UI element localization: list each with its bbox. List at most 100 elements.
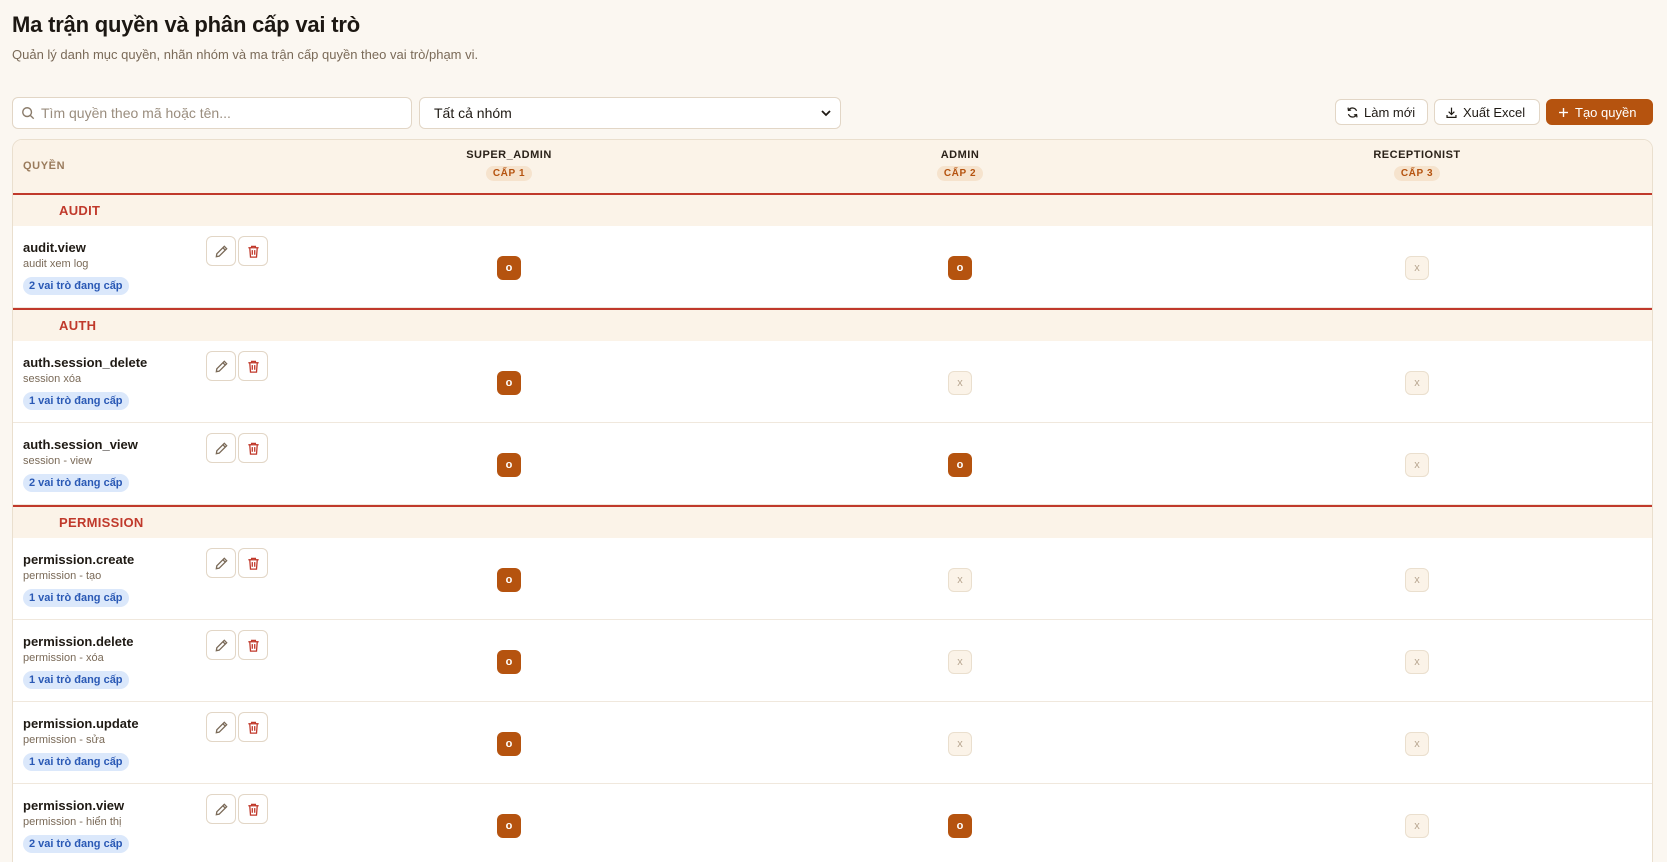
grant-toggle-admin[interactable]: x: [948, 371, 972, 395]
delete-permission-button[interactable]: [238, 794, 268, 824]
pencil-icon: [214, 244, 229, 259]
permission-matrix: QUYỀN SUPER_ADMIN CẤP 1 ADMIN CẤP 2 RECE…: [12, 139, 1653, 862]
plus-icon: [1559, 107, 1568, 117]
permission-row: permission.delete permission - xóa 1 vai t…: [13, 620, 1652, 702]
trash-icon: [246, 720, 261, 735]
role-count-badge: 1 vai trò đang cấp: [23, 671, 129, 689]
permission-code: auth.session_delete: [23, 355, 148, 370]
grant-toggle-admin[interactable]: x: [948, 732, 972, 756]
pencil-icon: [214, 441, 229, 456]
role-level-badge: CẤP 1: [485, 166, 533, 181]
toolbar: Tất cả nhóm Làm mới Xuất Excel Tạo quyền: [12, 97, 1653, 129]
grant-toggle-super-admin[interactable]: o: [497, 453, 521, 477]
permission-code: audit.view: [23, 240, 86, 255]
permission-row: audit.view audit xem log 2 vai trò đang cấ…: [13, 226, 1652, 308]
role-name: RECEPTIONIST: [1373, 149, 1461, 161]
permission-description: permission - xóa: [23, 652, 104, 664]
refresh-label: Làm mới: [1364, 104, 1416, 120]
trash-icon: [246, 556, 261, 571]
edit-permission-button[interactable]: [206, 351, 236, 381]
grant-toggle-receptionist[interactable]: x: [1405, 732, 1429, 756]
role-name: SUPER_ADMIN: [466, 149, 552, 161]
grant-toggle-super-admin[interactable]: o: [497, 814, 521, 838]
grant-toggle-admin[interactable]: o: [948, 814, 972, 838]
grant-toggle-super-admin[interactable]: o: [497, 732, 521, 756]
chevron-down-icon: [821, 110, 831, 117]
refresh-button[interactable]: Làm mới: [1335, 99, 1428, 125]
grant-toggle-admin[interactable]: x: [948, 650, 972, 674]
delete-permission-button[interactable]: [238, 548, 268, 578]
permission-code: auth.session_view: [23, 437, 138, 452]
grant-toggle-super-admin[interactable]: o: [497, 371, 521, 395]
create-label: Tạo quyền: [1575, 104, 1637, 120]
edit-permission-button[interactable]: [206, 794, 236, 824]
refresh-icon: [1347, 106, 1358, 118]
search-input[interactable]: [41, 105, 401, 121]
download-icon: [1446, 107, 1457, 118]
role-column-super-admin: SUPER_ADMIN CẤP 1: [409, 149, 609, 181]
grant-toggle-admin[interactable]: x: [948, 568, 972, 592]
create-permission-button[interactable]: Tạo quyền: [1546, 99, 1653, 125]
edit-permission-button[interactable]: [206, 548, 236, 578]
permission-code: permission.create: [23, 552, 135, 567]
search-box[interactable]: [12, 97, 412, 129]
grant-toggle-admin[interactable]: o: [948, 256, 972, 280]
pencil-icon: [214, 720, 229, 735]
grant-toggle-receptionist[interactable]: x: [1405, 650, 1429, 674]
permission-code: permission.delete: [23, 634, 134, 649]
trash-icon: [246, 441, 261, 456]
group-filter-select[interactable]: Tất cả nhóm: [419, 97, 841, 129]
role-count-badge: 1 vai trò đang cấp: [23, 753, 129, 771]
permission-row: auth.session_viewsession - view 2 vai trò…: [13, 423, 1652, 505]
delete-permission-button[interactable]: [238, 433, 268, 463]
group-header-auth: AUTH: [13, 308, 1652, 341]
permission-row: auth.session_delete session xóa 1 vai trò …: [13, 341, 1652, 423]
grant-toggle-receptionist[interactable]: x: [1405, 453, 1429, 477]
edit-permission-button[interactable]: [206, 630, 236, 660]
role-column-receptionist: RECEPTIONIST CẤP 3: [1317, 149, 1517, 181]
delete-permission-button[interactable]: [238, 236, 268, 266]
matrix-header: QUYỀN SUPER_ADMIN CẤP 1 ADMIN CẤP 2 RECE…: [13, 140, 1652, 195]
export-excel-button[interactable]: Xuất Excel: [1434, 99, 1540, 125]
delete-permission-button[interactable]: [238, 630, 268, 660]
permission-code: permission.update: [23, 716, 139, 731]
trash-icon: [246, 638, 261, 653]
role-level-badge: CẤP 2: [936, 166, 984, 181]
role-count-badge: 2 vai trò đang cấp: [23, 835, 129, 853]
edit-permission-button[interactable]: [206, 712, 236, 742]
edit-permission-button[interactable]: [206, 236, 236, 266]
group-header-audit: AUDIT: [13, 195, 1652, 226]
edit-permission-button[interactable]: [206, 433, 236, 463]
permission-description: permission - sửa: [23, 734, 105, 746]
grant-toggle-super-admin[interactable]: o: [497, 568, 521, 592]
export-label: Xuất Excel: [1463, 104, 1526, 120]
permission-description: permission - tạo: [23, 570, 102, 582]
grant-toggle-receptionist[interactable]: x: [1405, 814, 1429, 838]
permission-row: permission.update permission - sửa 1 vai t…: [13, 702, 1652, 784]
role-level-badge: CẤP 3: [1393, 166, 1441, 181]
grant-toggle-receptionist[interactable]: x: [1405, 568, 1429, 592]
pencil-icon: [214, 638, 229, 653]
grant-toggle-admin[interactable]: o: [948, 453, 972, 477]
permission-row: permission.view permission - hiển thị 2 va…: [13, 784, 1652, 862]
permission-description: permission - hiển thị: [23, 816, 122, 828]
role-count-badge: 2 vai trò đang cấp: [23, 277, 129, 295]
grant-toggle-super-admin[interactable]: o: [497, 650, 521, 674]
trash-icon: [246, 359, 261, 374]
permission-code: permission.view: [23, 798, 125, 813]
delete-permission-button[interactable]: [238, 712, 268, 742]
delete-permission-button[interactable]: [238, 351, 268, 381]
group-header-permission: PERMISSION: [13, 505, 1652, 538]
permission-description: session - view: [23, 455, 93, 467]
role-column-admin: ADMIN CẤP 2: [860, 149, 1060, 181]
role-count-badge: 1 vai trò đang cấp: [23, 392, 129, 410]
permission-column-header: QUYỀN: [23, 160, 66, 172]
group-filter-value: Tất cả nhóm: [434, 105, 512, 121]
grant-toggle-super-admin[interactable]: o: [497, 256, 521, 280]
permission-row: permission.create permission - tạo 1 vai t…: [13, 538, 1652, 620]
grant-toggle-receptionist[interactable]: x: [1405, 371, 1429, 395]
pencil-icon: [214, 802, 229, 817]
trash-icon: [246, 802, 261, 817]
grant-toggle-receptionist[interactable]: x: [1405, 256, 1429, 280]
role-count-badge: 2 vai trò đang cấp: [23, 474, 129, 492]
